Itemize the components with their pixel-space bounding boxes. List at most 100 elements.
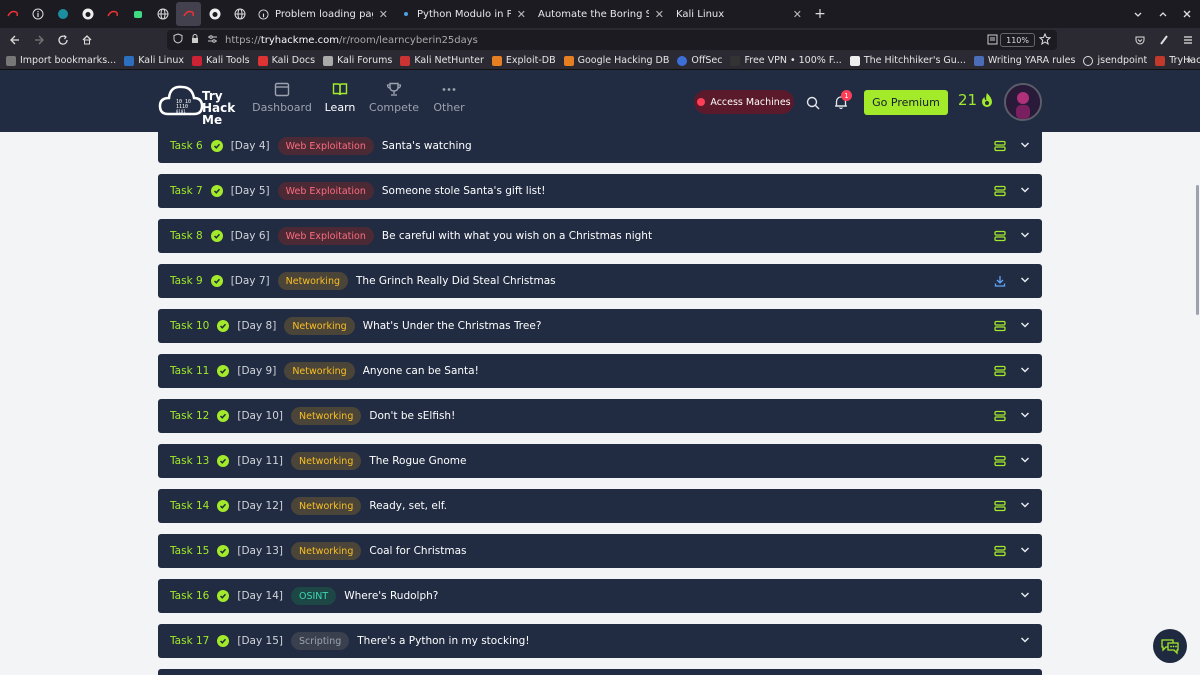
task-row-partial[interactable]: [158, 669, 1042, 675]
chevron-down-icon[interactable]: [1020, 590, 1030, 600]
bookmark-kali-forums[interactable]: Kali Forums: [323, 55, 392, 66]
tab-close-icon[interactable]: ✕: [517, 8, 526, 21]
chevron-down-icon[interactable]: [1020, 365, 1030, 375]
site-header: 10 10 1110 0101 Try Hack Me Dashboard Le…: [0, 70, 1200, 132]
streak-counter[interactable]: 21: [958, 91, 994, 109]
bookmark-free-vpn[interactable]: Free VPN • 100% F...: [730, 55, 842, 66]
bookmark-ghdb[interactable]: Google Hacking DB: [563, 55, 669, 66]
task-row[interactable]: Task 11 [Day 9] Networking Anyone can be…: [158, 354, 1042, 388]
pinned-tab-5[interactable]: [100, 0, 125, 28]
kali-docs-icon: [257, 55, 268, 66]
download-icon[interactable]: [994, 275, 1006, 287]
pinned-tab-6[interactable]: [125, 0, 150, 28]
bookmark-kali-tools[interactable]: Kali Tools: [191, 55, 250, 66]
nav-learn[interactable]: Learn: [324, 82, 356, 114]
nav-dashboard[interactable]: Dashboard: [252, 82, 312, 114]
pinned-tab-1[interactable]: [0, 0, 25, 28]
task-row[interactable]: Task 9 [Day 7] Networking The Grinch Rea…: [158, 264, 1042, 298]
chevron-down-icon[interactable]: [1020, 230, 1030, 240]
server-icon[interactable]: [994, 140, 1006, 152]
zoom-level[interactable]: 110%: [1000, 33, 1035, 47]
chevron-down-icon[interactable]: [1020, 635, 1030, 645]
server-icon[interactable]: [994, 365, 1006, 377]
task-row[interactable]: Task 14 [Day 12] Networking Ready, set, …: [158, 489, 1042, 523]
server-icon[interactable]: [994, 320, 1006, 332]
chevron-down-icon[interactable]: [1020, 545, 1030, 555]
avatar[interactable]: [1004, 83, 1042, 121]
pinned-tab-10[interactable]: [227, 0, 252, 28]
reload-icon[interactable]: [51, 28, 75, 52]
task-row[interactable]: Task 17 [Day 15] Scripting There's a Pyt…: [158, 624, 1042, 658]
access-machines-button[interactable]: Access Machines: [694, 90, 794, 114]
tab-automate-boring[interactable]: Automate the Boring Stuff w ✕: [532, 2, 670, 26]
task-row[interactable]: Task 7 [Day 5] Web Exploitation Someone …: [158, 174, 1042, 208]
back-icon[interactable]: [3, 28, 27, 52]
server-icon[interactable]: [994, 500, 1006, 512]
bookmark-kali-linux[interactable]: Kali Linux: [124, 55, 184, 66]
task-row[interactable]: Task 13 [Day 11] Networking The Rogue Gn…: [158, 444, 1042, 478]
pinned-tab-3[interactable]: [50, 0, 75, 28]
bookmark-tryhackme[interactable]: TryHackMe | Linux ...: [1155, 55, 1200, 66]
tab-problem-loading[interactable]: Problem loading page ✕: [252, 2, 394, 26]
server-icon[interactable]: [994, 185, 1006, 197]
nav-other[interactable]: Other: [432, 82, 466, 114]
task-row[interactable]: Task 8 [Day 6] Web Exploitation Be caref…: [158, 219, 1042, 253]
bookmark-kali-docs[interactable]: Kali Docs: [257, 55, 315, 66]
bookmark-offsec[interactable]: OffSec: [677, 55, 722, 66]
permissions-icon[interactable]: [207, 34, 218, 47]
pocket-icon[interactable]: [1128, 28, 1152, 52]
task-row[interactable]: Task 6 [Day 4] Web Exploitation Santa's …: [158, 132, 1042, 163]
pinned-tab-4[interactable]: [75, 0, 100, 28]
chevron-down-icon[interactable]: [1020, 275, 1030, 285]
bookmark-hitchhiker[interactable]: The Hitchhiker's Gu...: [849, 55, 966, 66]
tab-python-modulo[interactable]: Python Modulo in Practic ✕: [394, 2, 532, 26]
menu-icon[interactable]: [1176, 28, 1200, 52]
tab-close-icon[interactable]: ✕: [655, 8, 664, 21]
bookmark-jsendpoint[interactable]: jsendpoint: [1083, 55, 1147, 66]
tab-close-icon[interactable]: ✕: [379, 8, 388, 21]
lock-icon[interactable]: [190, 33, 200, 47]
bookmark-exploit-db[interactable]: Exploit-DB: [491, 55, 556, 66]
server-icon[interactable]: [994, 455, 1006, 467]
pinned-tab-7[interactable]: [150, 0, 175, 28]
task-row[interactable]: Task 15 [Day 13] Networking Coal for Chr…: [158, 534, 1042, 568]
bookmark-kali-nethunter[interactable]: Kali NetHunter: [400, 55, 484, 66]
chevron-down-icon[interactable]: [1020, 455, 1030, 465]
task-row[interactable]: Task 10 [Day 8] Networking What's Under …: [158, 309, 1042, 343]
bookmarks-overflow-icon[interactable]: »: [1186, 55, 1192, 66]
server-icon[interactable]: [994, 545, 1006, 557]
reader-view-icon[interactable]: [987, 34, 998, 48]
chat-support-button[interactable]: [1153, 629, 1187, 663]
maximize-icon[interactable]: [1152, 0, 1174, 28]
tryhackme-logo[interactable]: 10 10 1110 0101 Try Hack Me: [158, 78, 238, 126]
server-icon[interactable]: [994, 230, 1006, 242]
search-icon[interactable]: [806, 96, 820, 110]
address-bar[interactable]: https://tryhackme.com/r/room/learncyberi…: [167, 30, 1057, 50]
chevron-down-icon[interactable]: [1020, 140, 1030, 150]
bookmark-import[interactable]: Import bookmarks...: [6, 55, 116, 66]
bookmark-yara[interactable]: Writing YARA rules: [973, 55, 1075, 66]
shield-icon[interactable]: [173, 33, 183, 47]
nav-compete[interactable]: Compete: [369, 82, 419, 114]
minimize-icon[interactable]: [1127, 0, 1149, 28]
task-row[interactable]: Task 16 [Day 14] OSINT Where's Rudolph?: [158, 579, 1042, 613]
home-icon[interactable]: [75, 28, 99, 52]
pinned-tab-9[interactable]: [202, 0, 227, 28]
server-icon[interactable]: [994, 410, 1006, 422]
new-tab-button[interactable]: +: [808, 6, 832, 22]
chevron-down-icon[interactable]: [1020, 410, 1030, 420]
forward-icon[interactable]: [27, 28, 51, 52]
page-scrollbar[interactable]: [1196, 185, 1199, 315]
pinned-tab-8-active[interactable]: [176, 2, 201, 26]
go-premium-button[interactable]: Go Premium: [864, 90, 948, 115]
tab-close-icon[interactable]: ✕: [793, 8, 802, 21]
chevron-down-icon[interactable]: [1020, 185, 1030, 195]
close-window-icon[interactable]: [1176, 0, 1198, 28]
chevron-down-icon[interactable]: [1020, 500, 1030, 510]
extension-icon[interactable]: [1152, 28, 1176, 52]
task-row[interactable]: Task 12 [Day 10] Networking Don't be sEl…: [158, 399, 1042, 433]
chevron-down-icon[interactable]: [1020, 320, 1030, 330]
bookmark-star-icon[interactable]: [1038, 32, 1052, 48]
pinned-tab-2[interactable]: [25, 0, 50, 28]
tab-kali-linux[interactable]: Kali Linux ✕: [670, 2, 808, 26]
